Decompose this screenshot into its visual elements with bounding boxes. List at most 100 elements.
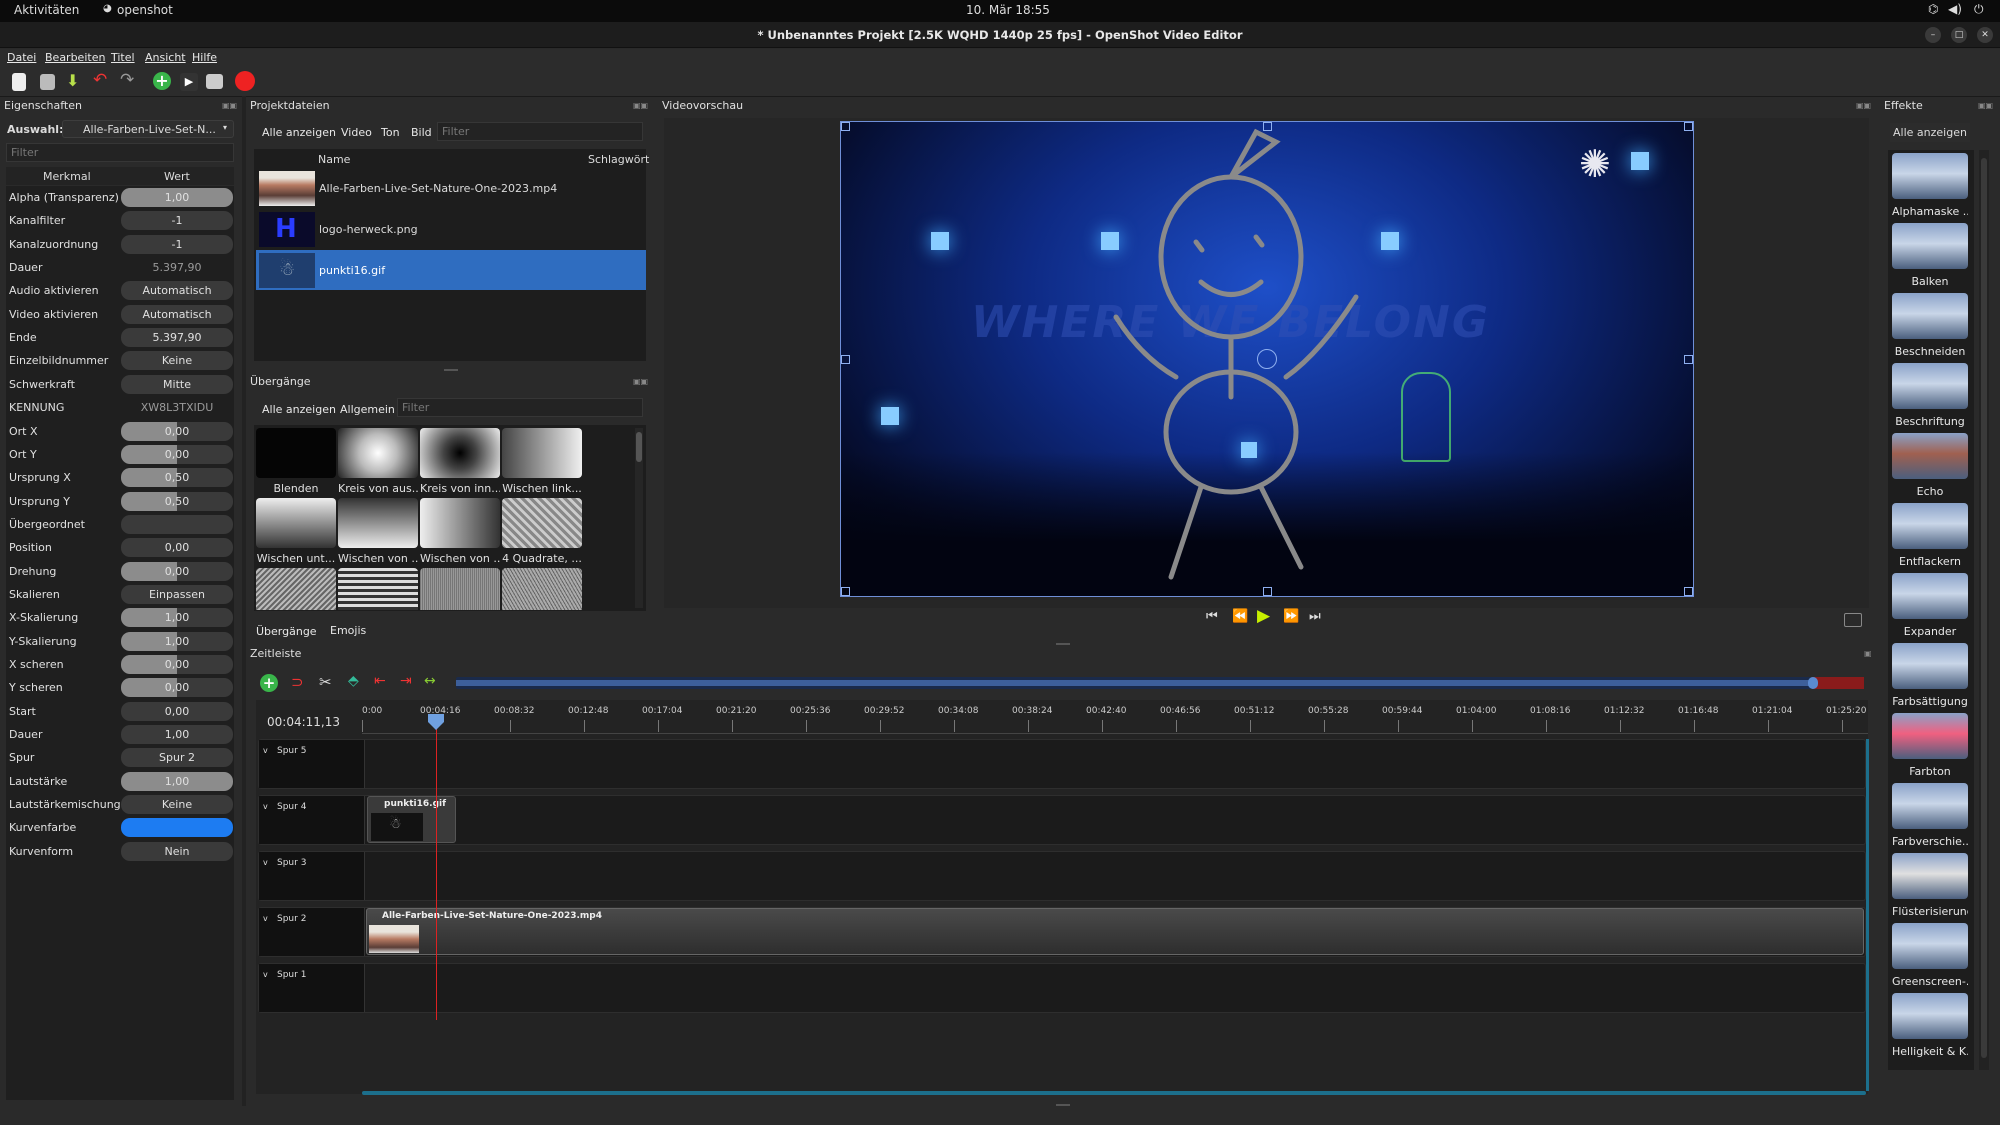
property-row[interactable]: X scheren 0,00 xyxy=(6,653,234,676)
timeline-horizontal-scrollbar[interactable] xyxy=(362,1091,1866,1095)
track-header[interactable]: Spur 5 v xyxy=(259,740,365,788)
property-row[interactable]: Audio aktivieren Automatisch xyxy=(6,279,234,302)
property-row[interactable]: X-Skalierung 1,00 xyxy=(6,606,234,629)
resize-handle[interactable] xyxy=(841,355,850,364)
property-value[interactable]: 1,00 xyxy=(121,608,233,628)
fast-forward-icon[interactable]: ⏩ xyxy=(1283,609,1299,624)
effects-scrollbar[interactable] xyxy=(1979,150,1989,1070)
property-row[interactable]: Ursprung Y 0,50 xyxy=(6,490,234,513)
jump-start-icon[interactable]: ⏮ xyxy=(1206,609,1218,624)
track-3[interactable]: Spur 3 v xyxy=(258,851,1866,901)
clip-gif[interactable]: punkti16.gif ☃ xyxy=(367,796,456,843)
property-value[interactable]: Automatisch xyxy=(121,304,233,324)
tab-transitions-general[interactable]: Allgemein xyxy=(340,403,395,416)
file-item-gif-selected[interactable]: ☃ punkti16.gif xyxy=(256,250,646,290)
panel-splitter[interactable] xyxy=(242,96,246,1106)
property-value[interactable]: Nein xyxy=(121,841,233,861)
property-value[interactable]: 0,50 xyxy=(121,468,233,488)
track-1[interactable]: Spur 1 v xyxy=(258,963,1866,1013)
video-frame[interactable]: WHERE WE BELONG ✺ xyxy=(840,121,1694,597)
tab-bottom-emojis[interactable]: Emojis xyxy=(330,624,366,637)
property-value[interactable]: Einpassen xyxy=(121,584,233,604)
tab-files-image[interactable]: Bild xyxy=(411,126,432,139)
resize-handle[interactable] xyxy=(1263,587,1272,596)
zoom-slider-handle[interactable] xyxy=(1808,677,1818,689)
property-value[interactable]: 1,00 xyxy=(121,188,233,207)
tab-files-all[interactable]: Alle anzeigen xyxy=(262,126,336,139)
undo-icon[interactable]: ↶ xyxy=(93,70,113,90)
property-value[interactable]: 0,00 xyxy=(121,421,233,441)
tab-transitions-all[interactable]: Alle anzeigen xyxy=(262,403,336,416)
menu-bearbeiten[interactable]: Bearbeiten xyxy=(45,51,105,64)
transition-pattern-thumb[interactable] xyxy=(502,568,582,610)
property-value[interactable]: 1,00 xyxy=(121,771,233,791)
property-row[interactable]: Kurvenform Nein xyxy=(6,840,234,863)
tab-files-audio[interactable]: Ton xyxy=(381,126,400,139)
selection-dropdown[interactable]: Alle-Farben-Live-Set-N... ▾ xyxy=(62,120,234,138)
track-header[interactable]: Spur 3 v xyxy=(259,852,365,900)
splitter-handle[interactable] xyxy=(1056,1104,1070,1106)
snap-magnet-icon[interactable]: ⊃ xyxy=(291,673,304,691)
property-row[interactable]: Einzelbildnummer Keine xyxy=(6,349,234,372)
rewind-icon[interactable]: ⏪ xyxy=(1232,609,1248,624)
clip-video[interactable]: Alle-Farben-Live-Set-Nature-One-2023.mp4 xyxy=(366,908,1864,955)
chevron-icon[interactable]: v xyxy=(263,802,268,811)
transition-wipe-bottom-thumb[interactable] xyxy=(256,498,336,548)
property-value[interactable]: 0,00 xyxy=(121,444,233,464)
property-value[interactable]: 0,00 xyxy=(121,701,233,721)
property-row[interactable]: Drehung 0,00 xyxy=(6,560,234,583)
transition-wipe-top-thumb[interactable] xyxy=(338,498,418,548)
transition-wipe-left-thumb[interactable] xyxy=(502,428,582,478)
chevron-icon[interactable]: v xyxy=(263,914,268,923)
chevron-icon[interactable]: v xyxy=(263,970,268,979)
play-icon[interactable]: ▶ xyxy=(1257,606,1270,626)
property-row[interactable]: Kurvenfarbe xyxy=(6,816,234,839)
property-value[interactable]: 1,00 xyxy=(121,631,233,651)
property-value[interactable] xyxy=(121,818,233,838)
property-value[interactable]: Mitte xyxy=(121,374,233,394)
property-row[interactable]: Schwerkraft Mitte xyxy=(6,373,234,396)
export-video-icon[interactable] xyxy=(235,71,255,91)
track-header[interactable]: Spur 1 v xyxy=(259,964,365,1012)
splitter-handle[interactable] xyxy=(444,369,458,371)
menu-titel[interactable]: Titel xyxy=(111,51,135,64)
property-row[interactable]: Ort X 0,00 xyxy=(6,420,234,443)
property-row[interactable]: Start 0,00 xyxy=(6,700,234,723)
property-value[interactable]: 5.397,90 xyxy=(121,328,233,348)
track-4[interactable]: Spur 4 v xyxy=(258,795,1866,845)
transition-pattern-thumb[interactable] xyxy=(338,568,418,610)
transition-pattern-thumb[interactable] xyxy=(420,568,500,610)
previous-marker-icon[interactable]: ⇤ xyxy=(374,673,386,689)
new-project-icon[interactable] xyxy=(12,73,26,91)
dock-float-icon[interactable]: ▣▣ xyxy=(1978,101,1994,111)
fullscreen-icon[interactable] xyxy=(206,74,223,89)
property-row[interactable]: KENNUNG XW8L3TXIDU xyxy=(6,396,234,419)
property-value[interactable]: 0,00 xyxy=(121,678,233,698)
jump-end-icon[interactable]: ⏭ xyxy=(1309,609,1321,624)
import-files-icon[interactable]: + xyxy=(153,72,171,90)
property-row[interactable]: Video aktivieren Automatisch xyxy=(6,303,234,326)
razor-cut-icon[interactable]: ✂ xyxy=(319,673,332,691)
file-item-logo[interactable]: H logo-herweck.png xyxy=(256,209,646,249)
dock-float-icon[interactable]: ▣▣ xyxy=(633,101,649,111)
property-row[interactable]: Kanalfilter -1 xyxy=(6,209,234,232)
dock-float-icon[interactable]: ▣▣ xyxy=(222,101,238,111)
resize-handle[interactable] xyxy=(841,587,850,596)
menu-datei[interactable]: Datei xyxy=(7,51,36,64)
transitions-filter-input[interactable]: Filter xyxy=(397,398,643,417)
property-value[interactable]: 0,00 xyxy=(121,655,233,674)
power-icon[interactable]: ⏻ xyxy=(1974,2,1984,17)
property-value[interactable]: Spur 2 xyxy=(121,748,233,768)
tab-files-video[interactable]: Video xyxy=(341,126,372,139)
transitions-scrollbar[interactable] xyxy=(635,428,643,608)
property-value[interactable]: Keine xyxy=(121,351,233,371)
property-row[interactable]: Kanalzuordnung -1 xyxy=(6,233,234,256)
property-value[interactable]: 0,50 xyxy=(121,491,233,511)
minimize-icon[interactable]: – xyxy=(1925,27,1941,43)
property-row[interactable]: Position 0,00 xyxy=(6,536,234,559)
property-value[interactable]: Automatisch xyxy=(121,281,233,301)
property-row[interactable]: Ort Y 0,00 xyxy=(6,443,234,466)
zoom-slider-track[interactable] xyxy=(456,677,1864,689)
transition-fade-thumb[interactable] xyxy=(256,428,336,478)
transform-center-handle[interactable] xyxy=(1257,349,1277,369)
